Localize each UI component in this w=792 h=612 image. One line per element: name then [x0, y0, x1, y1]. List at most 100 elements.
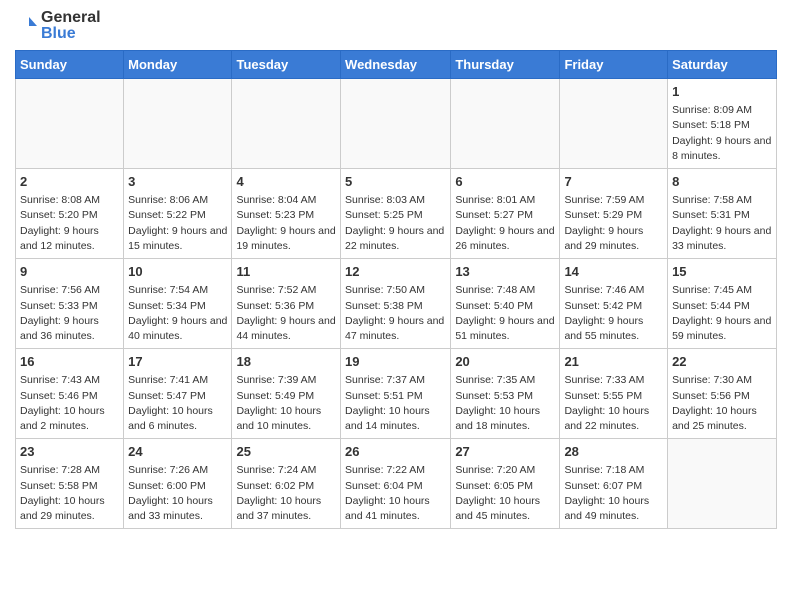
- day-number: 19: [345, 353, 446, 371]
- day-info: Sunrise: 7:37 AMSunset: 5:51 PMDaylight:…: [345, 373, 446, 434]
- calendar-cell: [341, 79, 451, 169]
- calendar-cell: 21Sunrise: 7:33 AMSunset: 5:55 PMDayligh…: [560, 349, 668, 439]
- day-info: Sunrise: 7:33 AMSunset: 5:55 PMDaylight:…: [564, 373, 663, 434]
- day-number: 2: [20, 173, 119, 191]
- day-info: Sunrise: 7:30 AMSunset: 5:56 PMDaylight:…: [672, 373, 772, 434]
- day-info: Sunrise: 7:54 AMSunset: 5:34 PMDaylight:…: [128, 283, 227, 344]
- calendar-week-2: 2 Sunrise: 8:08 AMSunset: 5:20 PMDaylight…: [16, 169, 777, 259]
- calendar-week-1: 1 Sunrise: 8:09 AMSunset: 5:18 PMDaylight…: [16, 79, 777, 169]
- col-header-thursday: Thursday: [451, 51, 560, 79]
- calendar-week-3: 9 Sunrise: 7:56 AMSunset: 5:33 PMDaylight…: [16, 259, 777, 349]
- page: General Blue SundayMondayTuesdayWednesda…: [0, 0, 792, 612]
- calendar-cell: [16, 79, 124, 169]
- day-number: 13: [455, 263, 555, 281]
- calendar-table: SundayMondayTuesdayWednesdayThursdayFrid…: [15, 50, 777, 529]
- day-info: Sunrise: 8:09 AMSunset: 5:18 PMDaylight:…: [672, 103, 772, 164]
- day-info: Sunrise: 7:24 AMSunset: 6:02 PMDaylight:…: [236, 463, 336, 524]
- day-info: Sunrise: 7:41 AMSunset: 5:47 PMDaylight:…: [128, 373, 227, 434]
- day-number: 20: [455, 353, 555, 371]
- day-info: Sunrise: 7:18 AMSunset: 6:07 PMDaylight:…: [564, 463, 663, 524]
- calendar-cell: 16 Sunrise: 7:43 AMSunset: 5:46 PMDayligh…: [16, 349, 124, 439]
- calendar-cell: 27 Sunrise: 7:20 AMSunset: 6:05 PMDayligh…: [451, 439, 560, 529]
- day-info: Sunrise: 7:52 AMSunset: 5:36 PMDaylight:…: [236, 283, 336, 344]
- calendar-cell: 20Sunrise: 7:35 AMSunset: 5:53 PMDayligh…: [451, 349, 560, 439]
- logo-svg: [15, 15, 37, 37]
- day-number: 3: [128, 173, 227, 191]
- calendar-cell: 22 Sunrise: 7:30 AMSunset: 5:56 PMDayligh…: [668, 349, 777, 439]
- day-number: 26: [345, 443, 446, 461]
- day-info: Sunrise: 7:56 AMSunset: 5:33 PMDaylight:…: [20, 283, 119, 344]
- calendar-cell: [232, 79, 341, 169]
- calendar-cell: [668, 439, 777, 529]
- col-header-sunday: Sunday: [16, 51, 124, 79]
- day-number: 28: [564, 443, 663, 461]
- calendar-cell: [451, 79, 560, 169]
- calendar-cell: 19 Sunrise: 7:37 AMSunset: 5:51 PMDayligh…: [341, 349, 451, 439]
- calendar-cell: 4Sunrise: 8:04 AMSunset: 5:23 PMDaylight…: [232, 169, 341, 259]
- calendar-cell: 6 Sunrise: 8:01 AMSunset: 5:27 PMDaylight…: [451, 169, 560, 259]
- day-info: Sunrise: 7:48 AMSunset: 5:40 PMDaylight:…: [455, 283, 555, 344]
- day-info: Sunrise: 8:03 AMSunset: 5:25 PMDaylight:…: [345, 193, 446, 254]
- day-info: Sunrise: 7:26 AMSunset: 6:00 PMDaylight:…: [128, 463, 227, 524]
- day-number: 14: [564, 263, 663, 281]
- day-number: 10: [128, 263, 227, 281]
- calendar-cell: 17Sunrise: 7:41 AMSunset: 5:47 PMDayligh…: [124, 349, 232, 439]
- calendar-cell: 24 Sunrise: 7:26 AMSunset: 6:00 PMDayligh…: [124, 439, 232, 529]
- calendar-cell: 7Sunrise: 7:59 AMSunset: 5:29 PMDaylight…: [560, 169, 668, 259]
- col-header-wednesday: Wednesday: [341, 51, 451, 79]
- logo-general-text: General: [41, 10, 101, 26]
- col-header-saturday: Saturday: [668, 51, 777, 79]
- day-number: 25: [236, 443, 336, 461]
- day-number: 22: [672, 353, 772, 371]
- day-info: Sunrise: 7:46 AMSunset: 5:42 PMDaylight:…: [564, 283, 663, 344]
- logo: General Blue: [15, 10, 101, 42]
- day-info: Sunrise: 8:06 AMSunset: 5:22 PMDaylight:…: [128, 193, 227, 254]
- day-number: 5: [345, 173, 446, 191]
- day-info: Sunrise: 7:50 AMSunset: 5:38 PMDaylight:…: [345, 283, 446, 344]
- day-info: Sunrise: 7:43 AMSunset: 5:46 PMDaylight:…: [20, 373, 119, 434]
- day-number: 24: [128, 443, 227, 461]
- day-number: 18: [236, 353, 336, 371]
- day-number: 4: [236, 173, 336, 191]
- day-number: 16: [20, 353, 119, 371]
- calendar-cell: [124, 79, 232, 169]
- day-number: 27: [455, 443, 555, 461]
- day-info: Sunrise: 7:39 AMSunset: 5:49 PMDaylight:…: [236, 373, 336, 434]
- day-number: 6: [455, 173, 555, 191]
- day-number: 8: [672, 173, 772, 191]
- calendar-cell: 12 Sunrise: 7:50 AMSunset: 5:38 PMDayligh…: [341, 259, 451, 349]
- day-info: Sunrise: 8:08 AMSunset: 5:20 PMDaylight:…: [20, 193, 119, 254]
- calendar-cell: 3 Sunrise: 8:06 AMSunset: 5:22 PMDaylight…: [124, 169, 232, 259]
- calendar-cell: 26 Sunrise: 7:22 AMSunset: 6:04 PMDayligh…: [341, 439, 451, 529]
- calendar-cell: 18 Sunrise: 7:39 AMSunset: 5:49 PMDayligh…: [232, 349, 341, 439]
- calendar-cell: 13 Sunrise: 7:48 AMSunset: 5:40 PMDayligh…: [451, 259, 560, 349]
- col-header-monday: Monday: [124, 51, 232, 79]
- day-number: 1: [672, 83, 772, 101]
- day-number: 7: [564, 173, 663, 191]
- calendar-cell: 25 Sunrise: 7:24 AMSunset: 6:02 PMDayligh…: [232, 439, 341, 529]
- calendar-cell: 10 Sunrise: 7:54 AMSunset: 5:34 PMDayligh…: [124, 259, 232, 349]
- day-info: Sunrise: 7:22 AMSunset: 6:04 PMDaylight:…: [345, 463, 446, 524]
- day-number: 12: [345, 263, 446, 281]
- calendar-cell: 14 Sunrise: 7:46 AMSunset: 5:42 PMDayligh…: [560, 259, 668, 349]
- header: General Blue: [15, 10, 777, 42]
- day-number: 23: [20, 443, 119, 461]
- calendar-header-row: SundayMondayTuesdayWednesdayThursdayFrid…: [16, 51, 777, 79]
- calendar-week-5: 23 Sunrise: 7:28 AMSunset: 5:58 PMDayligh…: [16, 439, 777, 529]
- day-info: Sunrise: 7:45 AMSunset: 5:44 PMDaylight:…: [672, 283, 772, 344]
- calendar-cell: 15 Sunrise: 7:45 AMSunset: 5:44 PMDayligh…: [668, 259, 777, 349]
- calendar-cell: 9 Sunrise: 7:56 AMSunset: 5:33 PMDaylight…: [16, 259, 124, 349]
- day-info: Sunrise: 7:20 AMSunset: 6:05 PMDaylight:…: [455, 463, 555, 524]
- calendar-week-4: 16 Sunrise: 7:43 AMSunset: 5:46 PMDayligh…: [16, 349, 777, 439]
- logo-blue-text: Blue: [41, 26, 101, 42]
- calendar-cell: 23 Sunrise: 7:28 AMSunset: 5:58 PMDayligh…: [16, 439, 124, 529]
- day-info: Sunrise: 8:01 AMSunset: 5:27 PMDaylight:…: [455, 193, 555, 254]
- day-info: Sunrise: 7:28 AMSunset: 5:58 PMDaylight:…: [20, 463, 119, 524]
- day-info: Sunrise: 7:58 AMSunset: 5:31 PMDaylight:…: [672, 193, 772, 254]
- calendar-cell: 2 Sunrise: 8:08 AMSunset: 5:20 PMDaylight…: [16, 169, 124, 259]
- calendar-cell: [560, 79, 668, 169]
- day-number: 15: [672, 263, 772, 281]
- day-number: 9: [20, 263, 119, 281]
- col-header-tuesday: Tuesday: [232, 51, 341, 79]
- calendar-cell: 8 Sunrise: 7:58 AMSunset: 5:31 PMDaylight…: [668, 169, 777, 259]
